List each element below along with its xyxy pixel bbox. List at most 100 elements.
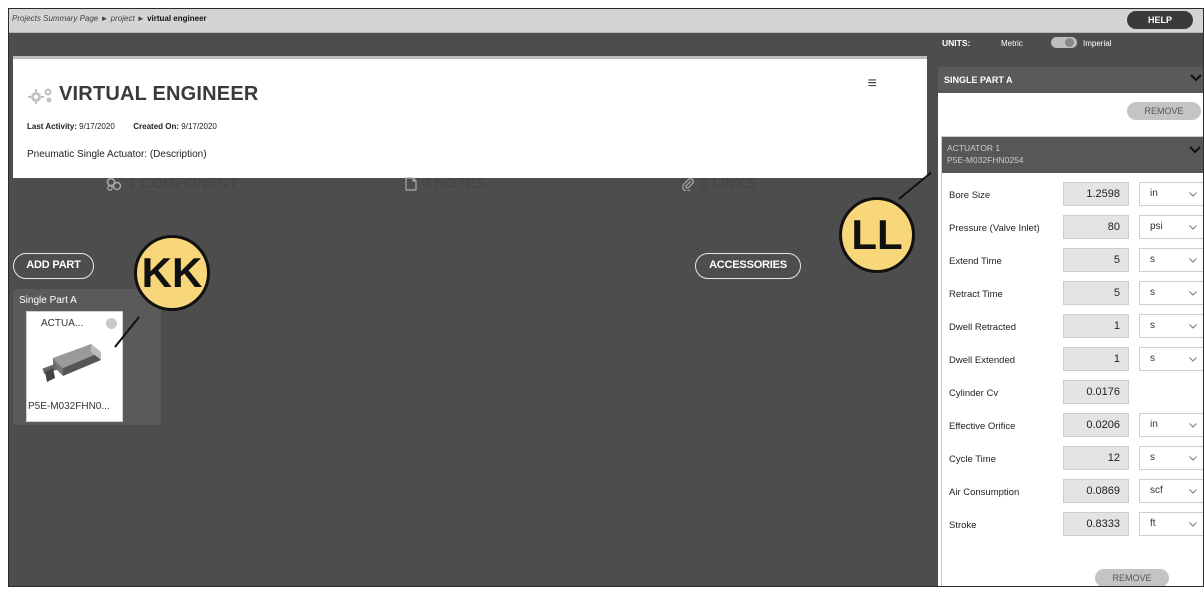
metric-label: Metric [1001,39,1023,48]
property-value-field[interactable]: 1.2598 [1063,182,1129,206]
unit-select-value: ft [1150,518,1156,529]
add-part-button[interactable]: ADD PART [13,253,94,279]
property-row: Effective Orifice 0.0206 in [942,412,1203,437]
chevron-down-icon [1189,522,1197,527]
single-part-header[interactable]: SINGLE PART A [938,67,1203,93]
links-stat[interactable]: 0 LINKS [681,175,756,192]
property-value-field[interactable]: 0.0206 [1063,413,1129,437]
unit-select[interactable]: psi [1139,215,1203,239]
property-value-field[interactable]: 0.0869 [1063,479,1129,503]
unit-select[interactable]: in [1139,413,1203,437]
unit-select-value: s [1150,353,1155,364]
properties-panel: UNITS: Metric Imperial SINGLE PART A REM… [931,33,1203,586]
notes-stat[interactable]: 0 NOTES [405,175,486,192]
component-part-number: P5E-M032FHN0... [28,401,110,412]
actuator-title: ACTUATOR 1 [947,143,1001,153]
single-part-title: SINGLE PART A [944,75,1013,85]
top-bar: Projects Summary Page ► project ► virtua… [9,9,1203,33]
breadcrumb-link-projects[interactable]: Projects Summary Page [12,14,98,23]
property-value-field[interactable]: 12 [1063,446,1129,470]
property-label: Dwell Extended [949,355,1016,366]
project-title: VIRTUAL ENGINEER [59,83,259,105]
links-count: 0 LINKS [700,175,756,192]
property-row: Stroke 0.8333 ft [942,511,1203,536]
chevron-down-icon [1189,489,1197,494]
unit-select-value: s [1150,287,1155,298]
property-label: Effective Orifice [949,421,1016,432]
property-label: Extend Time [949,256,1002,267]
property-row: Extend Time 5 s [942,247,1203,272]
chevron-down-icon[interactable] [1189,70,1203,84]
part-container: Single Part A ACTUA... P5E-M032FHN0... [13,289,161,425]
property-label: Bore Size [949,190,991,201]
unit-select[interactable]: in [1139,182,1203,206]
remove-part-button[interactable]: REMOVE [1127,102,1201,120]
units-toggle[interactable] [1051,37,1077,48]
note-icon [405,176,417,191]
callout-kk: KK [134,235,210,311]
property-label: Pressure (Valve Inlet) [949,223,1040,234]
accessories-button[interactable]: ACCESSORIES [695,253,801,279]
property-label: Cycle Time [949,454,996,465]
property-row: Cycle Time 12 s [942,445,1203,470]
unit-select-value: s [1150,452,1155,463]
units-row: UNITS: Metric Imperial [931,33,1203,53]
property-value-field[interactable]: 5 [1063,248,1129,272]
chevron-down-icon [1189,225,1197,230]
chevron-down-icon [1189,258,1197,263]
unit-select[interactable]: ft [1139,512,1203,536]
app-window: Projects Summary Page ► project ► virtua… [8,8,1204,587]
notes-count: 0 NOTES [422,175,487,192]
chevron-down-icon [1189,357,1197,362]
components-icon [106,177,122,191]
created-on-value: 9/17/2020 [181,122,217,131]
part-name: Single Part A [19,295,77,306]
unit-select[interactable]: s [1139,314,1203,338]
property-value-field[interactable]: 1 [1063,347,1129,371]
last-activity-label: Last Activity: [27,122,77,131]
property-row: Dwell Retracted 1 s [942,313,1203,338]
chevron-down-icon [1189,192,1197,197]
unit-select[interactable]: scf [1139,479,1203,503]
breadcrumb-separator: ► [136,14,145,23]
components-stat[interactable]: 1 COMPONENT [105,175,238,192]
unit-select-value: s [1150,254,1155,265]
unit-select[interactable]: s [1139,281,1203,305]
chevron-down-icon [1189,324,1197,329]
project-description: Pneumatic Single Actuator: (Description) [27,149,207,160]
property-value-field[interactable]: 0.0176 [1063,380,1129,404]
actuator-header[interactable]: ACTUATOR 1 P5E-M032FHN0254 [942,137,1203,173]
property-label: Stroke [949,520,977,531]
unit-select-value: in [1150,188,1158,199]
project-card: VIRTUAL ENGINEER ≡ Last Activity: 9/17/2… [13,56,927,192]
project-meta: Last Activity: 9/17/2020 Created On: 9/1… [27,122,217,131]
unit-select[interactable]: s [1139,446,1203,470]
callout-ll: LL [839,197,915,273]
unit-select[interactable]: s [1139,248,1203,272]
property-value-field[interactable]: 1 [1063,314,1129,338]
property-label: Air Consumption [949,487,1020,498]
property-label: Retract Time [949,289,1003,300]
chevron-down-icon[interactable] [1188,142,1202,156]
chevron-down-icon [1189,291,1197,296]
property-row: Bore Size 1.2598 in [942,181,1203,206]
unit-select-value: psi [1150,221,1163,232]
menu-icon[interactable]: ≡ [868,75,877,93]
property-value-field[interactable]: 80 [1063,215,1129,239]
property-value-field[interactable]: 0.8333 [1063,512,1129,536]
last-activity-value: 9/17/2020 [79,122,115,131]
actuator-image [42,344,101,382]
property-row: Air Consumption 0.0869 scf [942,478,1203,503]
remove-actuator-button[interactable]: REMOVE [1095,569,1169,586]
units-label: UNITS: [942,38,971,48]
imperial-label: Imperial [1083,39,1112,48]
breadcrumb-link-project[interactable]: project [111,14,135,23]
unit-select-value: s [1150,320,1155,331]
created-on-label: Created On: [133,122,180,131]
unit-select-value: in [1150,419,1158,430]
unit-select[interactable]: s [1139,347,1203,371]
property-value-field[interactable]: 5 [1063,281,1129,305]
property-row: Dwell Extended 1 s [942,346,1203,371]
property-label: Cylinder Cv [949,388,999,399]
help-button[interactable]: HELP [1127,11,1193,29]
